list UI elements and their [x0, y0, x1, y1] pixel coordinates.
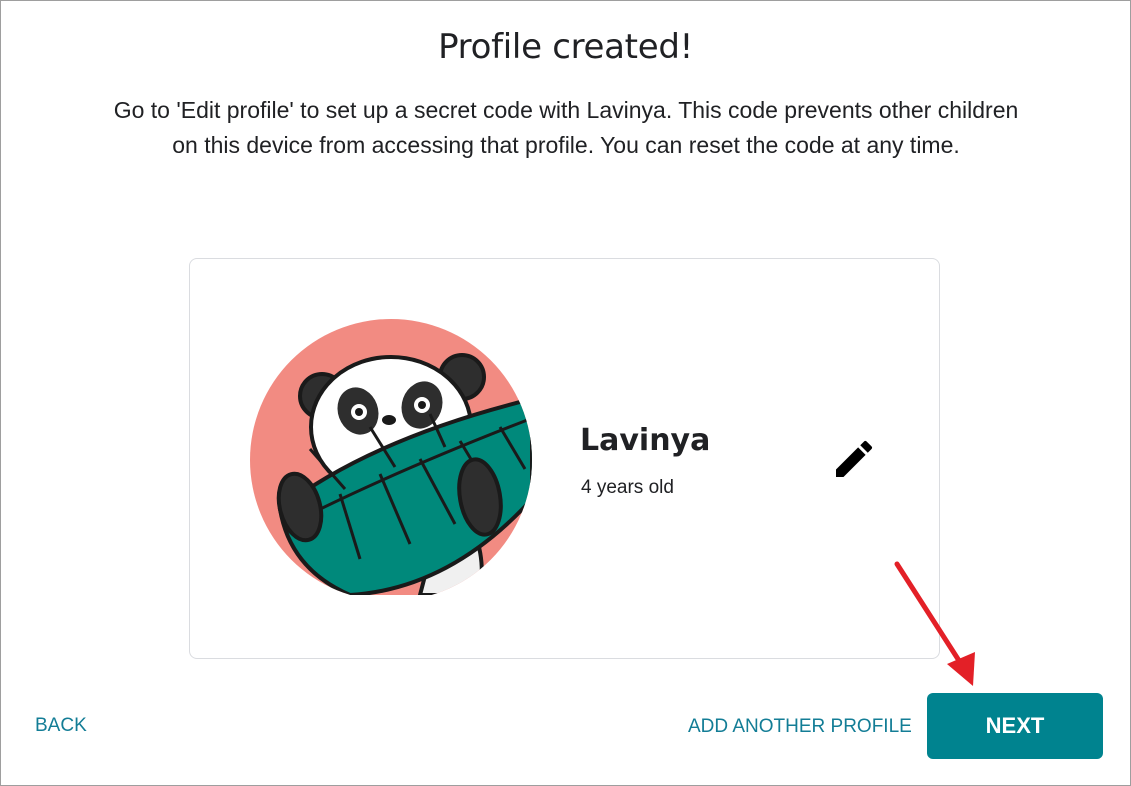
back-button[interactable]: BACK — [35, 715, 87, 737]
next-button[interactable]: NEXT — [927, 693, 1103, 759]
page-description: Go to 'Edit profile' to set up a secret … — [113, 97, 1019, 158]
add-another-profile-button[interactable]: ADD ANOTHER PROFILE — [688, 716, 912, 738]
edit-pencil-icon[interactable] — [830, 435, 878, 483]
profile-card: Lavinya 4 years old — [189, 258, 940, 659]
profile-name: Lavinya — [580, 423, 711, 458]
page-title: Profile created! — [438, 27, 693, 67]
profile-age: 4 years old — [581, 477, 674, 498]
panda-avatar-icon — [250, 319, 532, 595]
dialog-frame: Profile created! Go to 'Edit profile' to… — [0, 0, 1131, 786]
annotation-arrow-icon — [894, 561, 975, 686]
